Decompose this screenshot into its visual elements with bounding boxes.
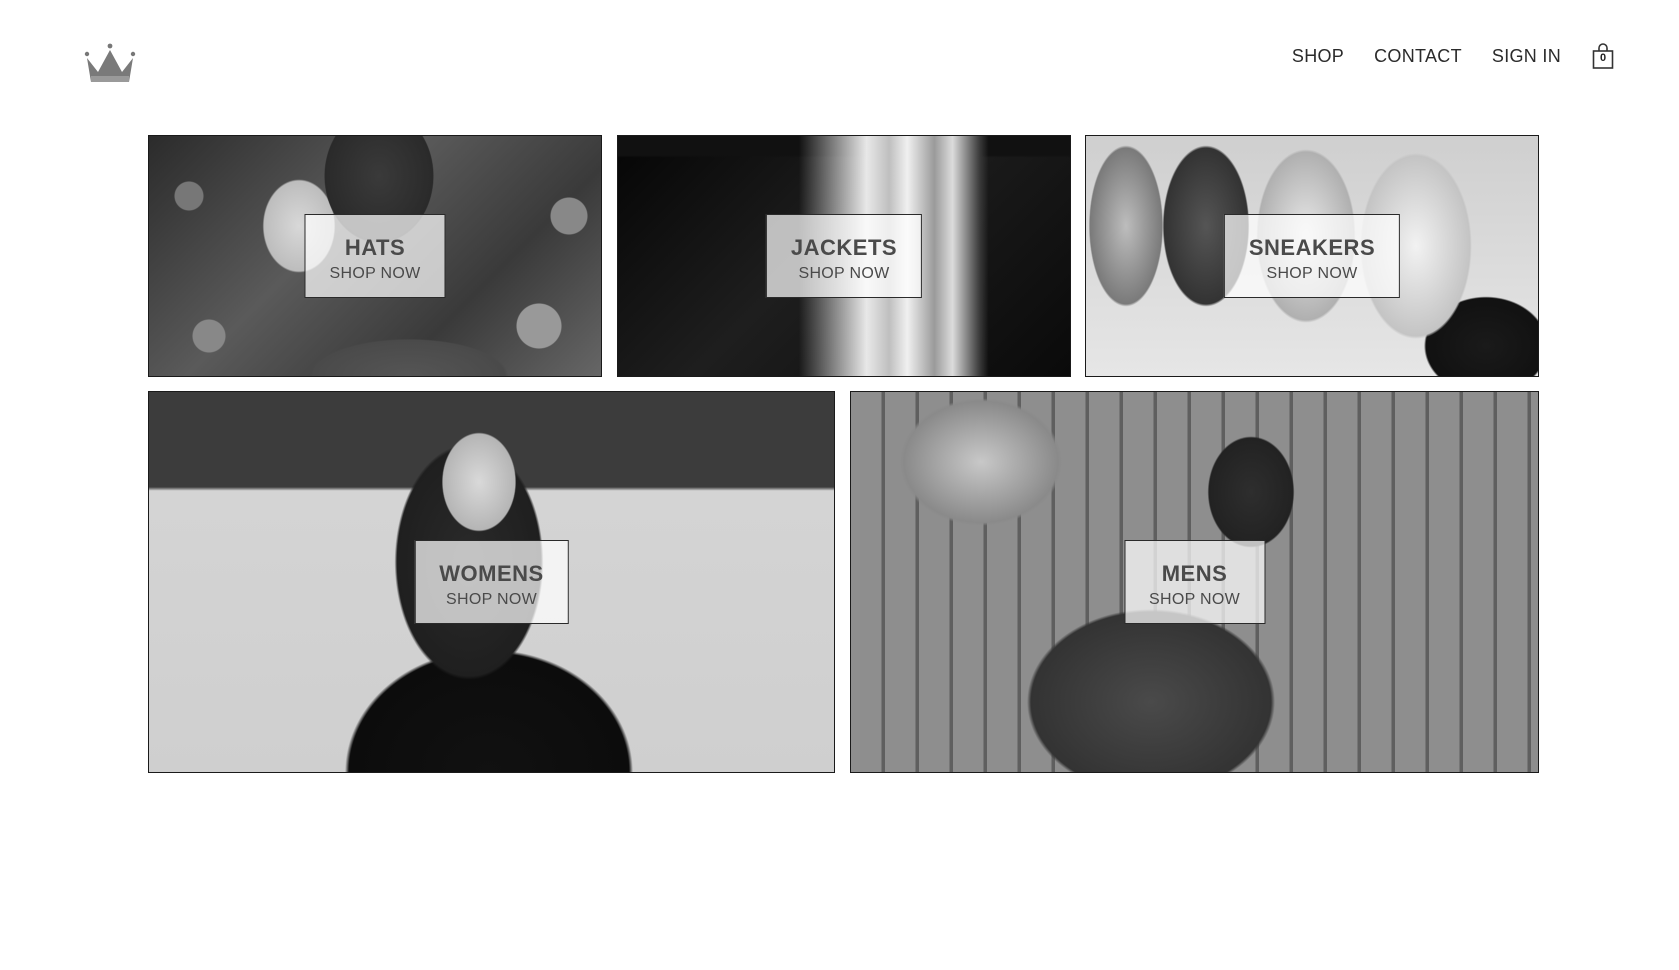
category-title: SNEAKERS: [1248, 235, 1376, 260]
category-label[interactable]: JACKETS SHOP NOW: [765, 214, 923, 298]
category-label[interactable]: HATS SHOP NOW: [304, 214, 446, 298]
shop-now-text: SHOP NOW: [1266, 265, 1358, 282]
shop-now-text: SHOP NOW: [1148, 591, 1241, 608]
category-title: HATS: [344, 235, 406, 260]
shop-now-text: SHOP NOW: [798, 265, 890, 282]
category-label[interactable]: MENS SHOP NOW: [1123, 540, 1266, 624]
category-tile-womens[interactable]: WOMENS SHOP NOW: [148, 391, 835, 773]
crown-icon[interactable]: [84, 42, 136, 88]
category-label[interactable]: SNEAKERS SHOP NOW: [1223, 214, 1401, 298]
category-label[interactable]: WOMENS SHOP NOW: [414, 540, 569, 624]
category-title: MENS: [1161, 561, 1228, 586]
nav-sign-in-link[interactable]: SIGN IN: [1492, 46, 1561, 67]
shop-now-text: SHOP NOW: [329, 265, 421, 282]
category-tile-sneakers[interactable]: SNEAKERS SHOP NOW: [1085, 135, 1539, 377]
category-tile-jackets[interactable]: JACKETS SHOP NOW: [617, 135, 1071, 377]
shop-now-text: SHOP NOW: [445, 591, 538, 608]
cart-count: 0: [1599, 52, 1607, 64]
nav-shop-link[interactable]: SHOP: [1292, 46, 1344, 67]
nav-contact-link[interactable]: CONTACT: [1374, 46, 1462, 67]
category-title: JACKETS: [790, 235, 898, 260]
category-tile-mens[interactable]: MENS SHOP NOW: [850, 391, 1539, 773]
main-nav: SHOP CONTACT SIGN IN 0: [1292, 42, 1615, 70]
category-tile-hats[interactable]: HATS SHOP NOW: [148, 135, 602, 377]
header: SHOP CONTACT SIGN IN 0: [0, 0, 1679, 110]
category-title: WOMENS: [439, 561, 544, 586]
cart-button[interactable]: 0: [1591, 42, 1615, 70]
